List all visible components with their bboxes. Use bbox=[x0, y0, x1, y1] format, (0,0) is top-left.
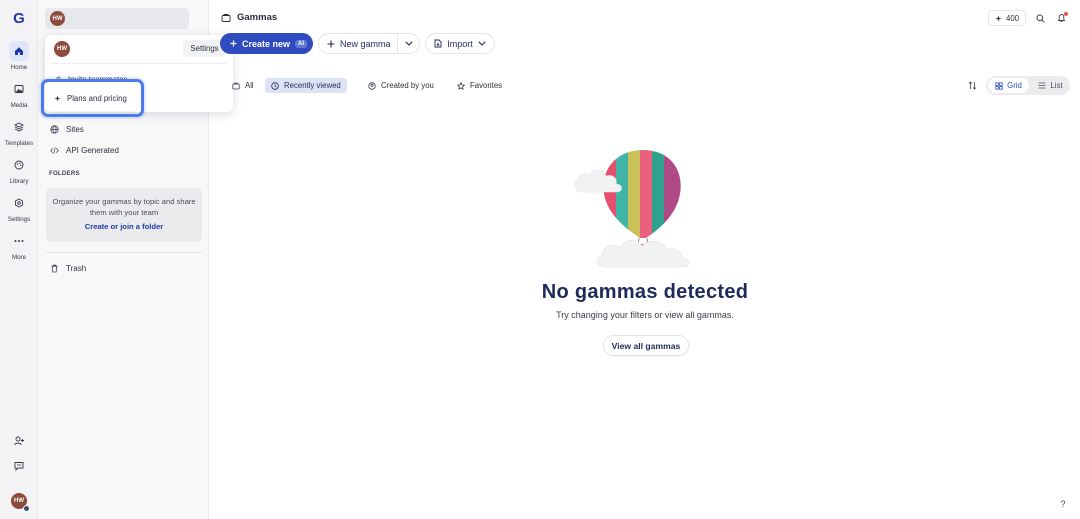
new-gamma-main[interactable]: New gamma bbox=[319, 34, 398, 53]
folder-icon bbox=[232, 82, 240, 90]
rail-label: More bbox=[11, 254, 27, 261]
list-view-button[interactable]: List bbox=[1033, 78, 1068, 93]
sidebar-item-trash[interactable]: Trash bbox=[50, 264, 86, 273]
layers-icon bbox=[14, 122, 24, 132]
empty-state-subtitle: Try changing your filters or view all ga… bbox=[556, 310, 734, 320]
chevron-down-icon bbox=[404, 41, 413, 46]
filter-label: Created by you bbox=[381, 81, 434, 90]
globe-icon bbox=[50, 125, 59, 134]
page-title: Gammas bbox=[221, 12, 277, 23]
filter-recently-viewed[interactable]: Recently viewed bbox=[265, 78, 347, 93]
create-folder-link[interactable]: Create or join a folder bbox=[46, 222, 202, 231]
view-toggle: Grid List bbox=[986, 76, 1070, 95]
rail-item-home[interactable]: Home bbox=[0, 41, 38, 71]
clock-icon bbox=[271, 81, 279, 90]
new-gamma-label: New gamma bbox=[340, 38, 391, 49]
sparkle-icon bbox=[54, 95, 61, 102]
empty-state-title: No gammas detected bbox=[541, 281, 749, 303]
help-button[interactable]: ? bbox=[1056, 497, 1070, 511]
sidebar-item-label: Trash bbox=[66, 264, 87, 273]
palette-icon bbox=[14, 160, 24, 170]
add-user-icon bbox=[13, 436, 25, 446]
folders-header: FOLDERS bbox=[49, 171, 80, 177]
divider bbox=[46, 252, 202, 253]
create-new-button[interactable]: Create new AI bbox=[220, 33, 313, 54]
grid-icon bbox=[995, 81, 1003, 90]
menu-item-plans[interactable]: Plans and pricing bbox=[48, 85, 137, 111]
sidebar-item-sites[interactable]: Sites bbox=[50, 125, 84, 134]
hot-air-balloon-illustration bbox=[574, 150, 690, 268]
chat-icon bbox=[14, 461, 24, 471]
left-rail: G Home Media Templates Library Settings … bbox=[0, 0, 38, 519]
grid-label: Grid bbox=[1007, 81, 1022, 90]
sparkle-icon bbox=[995, 15, 1002, 22]
list-label: List bbox=[1050, 81, 1063, 90]
list-icon bbox=[1038, 82, 1046, 89]
filter-all[interactable]: All bbox=[226, 78, 260, 93]
folders-description: Organize your gammas by topic and share … bbox=[52, 197, 196, 217]
folder-icon bbox=[221, 13, 231, 23]
rail-item-more[interactable]: More bbox=[0, 231, 38, 261]
menu-avatar: HW bbox=[54, 41, 70, 57]
grid-view-button[interactable]: Grid bbox=[988, 78, 1029, 93]
rail-label: Settings bbox=[7, 216, 31, 223]
filter-favorites[interactable]: Favorites bbox=[451, 78, 508, 93]
feedback-button[interactable] bbox=[0, 461, 38, 473]
folders-card: Organize your gammas by topic and share … bbox=[46, 188, 202, 242]
invite-user-button[interactable] bbox=[0, 436, 38, 448]
trash-icon bbox=[50, 264, 59, 273]
rail-label: Home bbox=[10, 64, 28, 71]
plus-icon bbox=[230, 40, 237, 47]
more-icon bbox=[14, 239, 24, 243]
view-all-gammas-button[interactable]: View all gammas bbox=[603, 335, 689, 356]
new-gamma-dropdown[interactable] bbox=[398, 41, 419, 46]
import-file-icon bbox=[434, 39, 442, 48]
menu-item-label: Plans and pricing bbox=[67, 93, 127, 103]
sidebar-item-label: Sites bbox=[66, 125, 84, 134]
filter-label: Recently viewed bbox=[284, 81, 341, 90]
workspace-switcher[interactable]: HW bbox=[45, 8, 189, 29]
user-circle-icon bbox=[368, 81, 376, 90]
ai-badge: AI bbox=[295, 39, 308, 48]
sort-icon[interactable] bbox=[968, 81, 977, 90]
gamma-logo[interactable]: G bbox=[10, 10, 28, 28]
import-button[interactable]: Import bbox=[425, 33, 495, 54]
plus-icon bbox=[327, 40, 335, 48]
gear-icon bbox=[14, 198, 24, 208]
search-icon[interactable] bbox=[1035, 13, 1045, 23]
filter-label: Favorites bbox=[470, 81, 503, 90]
star-icon bbox=[457, 81, 465, 90]
sidebar-item-label: API Generated bbox=[66, 146, 119, 155]
page-title-text: Gammas bbox=[237, 12, 278, 23]
chevron-down-icon bbox=[478, 41, 486, 46]
status-dot bbox=[23, 505, 30, 512]
notification-dot bbox=[1064, 12, 1068, 16]
divider bbox=[51, 63, 227, 64]
rail-label: Templates bbox=[4, 140, 34, 147]
credits-badge[interactable]: 400 bbox=[988, 10, 1026, 26]
rail-label: Library bbox=[9, 178, 29, 185]
user-avatar-button[interactable]: HW bbox=[11, 493, 30, 512]
sidebar-item-api-generated[interactable]: API Generated bbox=[50, 146, 119, 155]
rail-label: Media bbox=[10, 102, 28, 109]
rail-item-media[interactable]: Media bbox=[0, 79, 38, 109]
home-icon bbox=[14, 46, 24, 56]
import-label: Import bbox=[447, 38, 473, 49]
rail-item-library[interactable]: Library bbox=[0, 155, 38, 185]
rail-item-templates[interactable]: Templates bbox=[0, 117, 38, 147]
credits-count: 400 bbox=[1005, 13, 1019, 23]
rail-item-settings[interactable]: Settings bbox=[0, 193, 38, 223]
new-gamma-button[interactable]: New gamma bbox=[318, 33, 420, 54]
filter-label: All bbox=[245, 81, 254, 90]
filter-created-by-you[interactable]: Created by you bbox=[362, 78, 440, 93]
create-new-label: Create new bbox=[242, 38, 291, 49]
image-icon bbox=[14, 84, 24, 94]
workspace-avatar: HW bbox=[50, 11, 65, 26]
code-icon bbox=[50, 146, 59, 155]
